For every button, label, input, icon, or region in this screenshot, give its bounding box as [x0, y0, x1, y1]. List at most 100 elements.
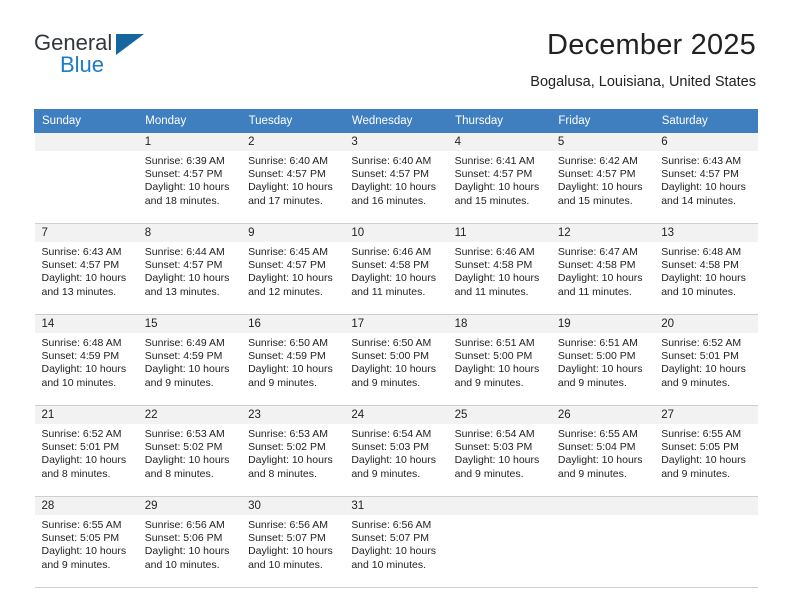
- calendar-day-cell[interactable]: 25 Sunrise: 6:54 AM Sunset: 5:03 PM Dayligh…: [447, 405, 551, 497]
- sunrise-text: Sunrise: 6:56 AM: [144, 519, 225, 531]
- calendar-day-cell[interactable]: 20 Sunrise: 6:52 AM Sunset: 5:01 PM Dayligh…: [654, 314, 758, 406]
- calendar-day-cell[interactable]: 4 Sunrise: 6:41 AM Sunset: 4:57 PM Daylight…: [447, 132, 551, 224]
- day-cell-inner: 2 Sunrise: 6:40 AM Sunset: 4:57 PM Daylight…: [241, 133, 345, 223]
- calendar-day-cell-empty: [550, 496, 655, 588]
- calendar-day-cell[interactable]: 10 Sunrise: 6:46 AM Sunset: 4:58 PM Dayligh…: [344, 223, 448, 315]
- calendar-day-cell[interactable]: 14 Sunrise: 6:48 AM Sunset: 4:59 PM Dayligh…: [34, 314, 138, 406]
- day-cell-inner: 19 Sunrise: 6:51 AM Sunset: 5:00 PM Dayligh…: [550, 315, 655, 405]
- sunset-text: Sunset: 4:59 PM: [144, 350, 223, 363]
- day-number: 28: [34, 497, 138, 515]
- triangle-logo-icon: [116, 34, 144, 55]
- day-number: 14: [34, 315, 138, 333]
- weekday-header-wednesday: Wednesday: [343, 109, 449, 133]
- calendar-day-cell[interactable]: 31 Sunrise: 6:56 AM Sunset: 5:07 PM Dayligh…: [344, 496, 448, 588]
- day-details: Sunrise: 6:56 AM Sunset: 5:06 PM Daylight:…: [138, 515, 241, 572]
- sunset-text: Sunset: 4:57 PM: [557, 168, 636, 181]
- day-cell-inner: 24 Sunrise: 6:54 AM Sunset: 5:03 PM Dayligh…: [344, 406, 448, 496]
- day-cell-inner: 9 Sunrise: 6:45 AM Sunset: 4:57 PM Daylight…: [241, 224, 345, 314]
- calendar-day-cell[interactable]: 13 Sunrise: 6:48 AM Sunset: 4:58 PM Dayligh…: [654, 223, 758, 315]
- day-details: Sunrise: 6:43 AM Sunset: 4:57 PM Daylight:…: [35, 242, 138, 299]
- daylight-text: Daylight: 10 hours and 9 minutes.: [351, 454, 436, 480]
- day-number: 27: [654, 406, 758, 424]
- daylight-text: Daylight: 10 hours and 15 minutes.: [557, 181, 643, 207]
- day-details: Sunrise: 6:40 AM Sunset: 4:57 PM Daylight:…: [344, 151, 447, 208]
- calendar-day-cell[interactable]: 9 Sunrise: 6:45 AM Sunset: 4:57 PM Daylight…: [241, 223, 345, 315]
- calendar-day-cell[interactable]: 16 Sunrise: 6:50 AM Sunset: 4:59 PM Dayligh…: [241, 314, 345, 406]
- day-number: 11: [447, 224, 551, 242]
- daylight-text: Daylight: 10 hours and 14 minutes.: [661, 181, 746, 207]
- day-cell-inner: 15 Sunrise: 6:49 AM Sunset: 4:59 PM Dayligh…: [137, 315, 242, 405]
- calendar-day-cell[interactable]: 28 Sunrise: 6:55 AM Sunset: 5:05 PM Dayligh…: [34, 496, 138, 588]
- sunset-text: Sunset: 5:00 PM: [557, 350, 636, 363]
- day-number: 21: [34, 406, 138, 424]
- calendar-day-cell[interactable]: 26 Sunrise: 6:55 AM Sunset: 5:04 PM Dayligh…: [550, 405, 655, 497]
- calendar-table: Sunday Monday Tuesday Wednesday Thursday Frid…: [33, 109, 759, 588]
- sunrise-text: Sunrise: 6:52 AM: [661, 337, 742, 349]
- calendar-day-cell[interactable]: 30 Sunrise: 6:56 AM Sunset: 5:07 PM Dayligh…: [241, 496, 345, 588]
- day-cell-inner: 23 Sunrise: 6:53 AM Sunset: 5:02 PM Dayligh…: [241, 406, 345, 496]
- day-cell-inner: [654, 497, 758, 587]
- calendar-day-cell[interactable]: 29 Sunrise: 6:56 AM Sunset: 5:06 PM Dayligh…: [137, 496, 242, 588]
- day-details: Sunrise: 6:51 AM Sunset: 5:00 PM Daylight:…: [448, 333, 551, 390]
- day-details: Sunrise: 6:56 AM Sunset: 5:07 PM Daylight:…: [241, 515, 344, 572]
- sunrise-text: Sunrise: 6:39 AM: [144, 155, 225, 167]
- daylight-text: Daylight: 10 hours and 13 minutes.: [144, 272, 230, 298]
- calendar-day-cell[interactable]: 7 Sunrise: 6:43 AM Sunset: 4:57 PM Daylight…: [34, 223, 138, 315]
- day-number: 18: [447, 315, 551, 333]
- calendar-day-cell[interactable]: 27 Sunrise: 6:55 AM Sunset: 5:05 PM Dayligh…: [654, 405, 758, 497]
- daylight-text: Daylight: 10 hours and 10 minutes.: [248, 545, 333, 571]
- daylight-text: Daylight: 10 hours and 15 minutes.: [454, 181, 540, 207]
- calendar-day-cell[interactable]: 17 Sunrise: 6:50 AM Sunset: 5:00 PM Dayligh…: [344, 314, 448, 406]
- calendar-day-cell[interactable]: 22 Sunrise: 6:53 AM Sunset: 5:02 PM Dayligh…: [137, 405, 242, 497]
- calendar-day-cell[interactable]: 24 Sunrise: 6:54 AM Sunset: 5:03 PM Dayligh…: [344, 405, 448, 497]
- day-details: Sunrise: 6:50 AM Sunset: 4:59 PM Daylight:…: [241, 333, 344, 390]
- day-details: Sunrise: 6:53 AM Sunset: 5:02 PM Daylight:…: [138, 424, 241, 481]
- day-details: Sunrise: 6:49 AM Sunset: 4:59 PM Daylight:…: [138, 333, 241, 390]
- day-details: Sunrise: 6:56 AM Sunset: 5:07 PM Daylight:…: [344, 515, 447, 572]
- sunrise-text: Sunrise: 6:53 AM: [248, 428, 329, 440]
- day-number: 15: [137, 315, 242, 333]
- calendar-day-cell[interactable]: 21 Sunrise: 6:52 AM Sunset: 5:01 PM Dayligh…: [34, 405, 138, 497]
- calendar-day-cell[interactable]: 18 Sunrise: 6:51 AM Sunset: 5:00 PM Dayligh…: [447, 314, 551, 406]
- daylight-text: Daylight: 10 hours and 9 minutes.: [557, 454, 643, 480]
- day-cell-inner: 29 Sunrise: 6:56 AM Sunset: 5:06 PM Dayligh…: [137, 497, 242, 587]
- calendar-day-cell[interactable]: 6 Sunrise: 6:43 AM Sunset: 4:57 PM Daylight…: [654, 132, 758, 224]
- day-number: 26: [550, 406, 655, 424]
- day-details: Sunrise: 6:50 AM Sunset: 5:00 PM Daylight:…: [344, 333, 447, 390]
- sunrise-text: Sunrise: 6:48 AM: [41, 337, 122, 349]
- brand-logo[interactable]: General Blue: [34, 28, 154, 80]
- calendar-day-cell[interactable]: 8 Sunrise: 6:44 AM Sunset: 4:57 PM Daylight…: [137, 223, 242, 315]
- calendar-day-cell[interactable]: 1 Sunrise: 6:39 AM Sunset: 4:57 PM Daylight…: [137, 132, 242, 224]
- day-details: Sunrise: 6:52 AM Sunset: 5:01 PM Daylight:…: [654, 333, 757, 390]
- day-number: 24: [344, 406, 448, 424]
- day-details: Sunrise: 6:46 AM Sunset: 4:58 PM Daylight:…: [344, 242, 447, 299]
- calendar-day-cell[interactable]: 5 Sunrise: 6:42 AM Sunset: 4:57 PM Daylight…: [550, 132, 655, 224]
- calendar-day-cell[interactable]: 2 Sunrise: 6:40 AM Sunset: 4:57 PM Daylight…: [241, 132, 345, 224]
- calendar-week-row: 14 Sunrise: 6:48 AM Sunset: 4:59 PM Dayligh…: [34, 314, 758, 406]
- sunset-text: Sunset: 4:57 PM: [454, 168, 533, 181]
- calendar-day-cell[interactable]: 19 Sunrise: 6:51 AM Sunset: 5:00 PM Dayligh…: [550, 314, 655, 406]
- calendar-day-cell[interactable]: 3 Sunrise: 6:40 AM Sunset: 4:57 PM Daylight…: [344, 132, 448, 224]
- sunset-text: Sunset: 4:57 PM: [248, 168, 326, 181]
- day-details: Sunrise: 6:40 AM Sunset: 4:57 PM Daylight:…: [241, 151, 344, 208]
- sunset-text: Sunset: 5:05 PM: [41, 532, 120, 545]
- daylight-text: Daylight: 10 hours and 11 minutes.: [557, 272, 643, 298]
- sunset-text: Sunset: 5:07 PM: [351, 532, 429, 545]
- day-cell-inner: 12 Sunrise: 6:47 AM Sunset: 4:58 PM Dayligh…: [550, 224, 655, 314]
- day-cell-inner: 5 Sunrise: 6:42 AM Sunset: 4:57 PM Daylight…: [550, 133, 655, 223]
- day-details: Sunrise: 6:46 AM Sunset: 4:58 PM Daylight:…: [448, 242, 551, 299]
- day-cell-inner: 28 Sunrise: 6:55 AM Sunset: 5:05 PM Dayligh…: [34, 497, 138, 587]
- calendar-day-cell[interactable]: 12 Sunrise: 6:47 AM Sunset: 4:58 PM Dayligh…: [550, 223, 655, 315]
- day-number: 10: [344, 224, 448, 242]
- sunset-text: Sunset: 5:00 PM: [351, 350, 429, 363]
- sunrise-text: Sunrise: 6:43 AM: [661, 155, 742, 167]
- calendar-day-cell[interactable]: 11 Sunrise: 6:46 AM Sunset: 4:58 PM Dayligh…: [447, 223, 551, 315]
- calendar-day-cell[interactable]: 15 Sunrise: 6:49 AM Sunset: 4:59 PM Dayligh…: [137, 314, 242, 406]
- calendar-day-cell[interactable]: 23 Sunrise: 6:53 AM Sunset: 5:02 PM Dayligh…: [241, 405, 345, 497]
- daylight-text: Daylight: 10 hours and 10 minutes.: [351, 545, 436, 571]
- day-number: 9: [241, 224, 345, 242]
- daylight-text: Daylight: 10 hours and 11 minutes.: [351, 272, 436, 298]
- weekday-header-row: Sunday Monday Tuesday Wednesday Thursday Frid…: [33, 109, 759, 133]
- day-cell-inner: 10 Sunrise: 6:46 AM Sunset: 4:58 PM Dayligh…: [344, 224, 448, 314]
- day-details: Sunrise: 6:44 AM Sunset: 4:57 PM Daylight:…: [138, 242, 241, 299]
